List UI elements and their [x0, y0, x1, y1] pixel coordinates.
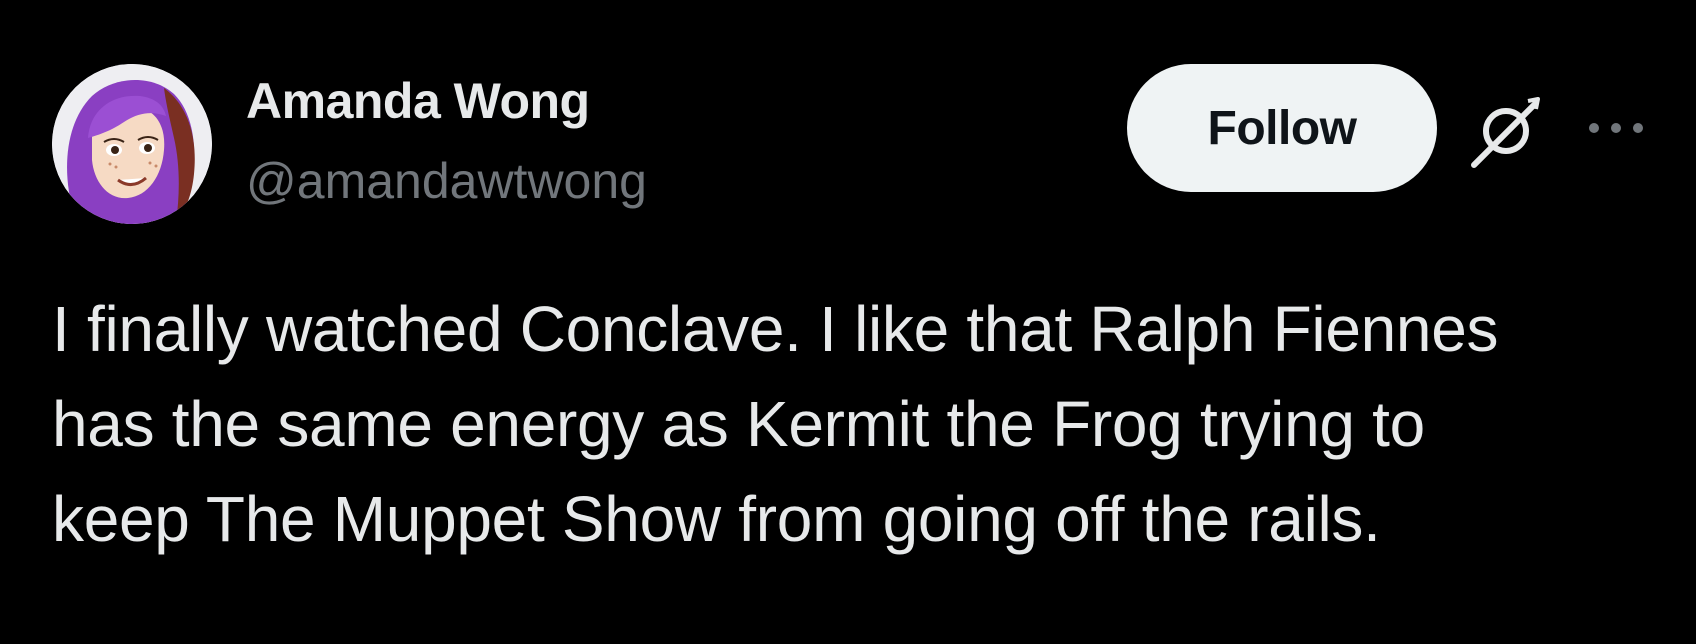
author-handle[interactable]: @amandawtwong	[246, 152, 647, 210]
tweet-card: Amanda Wong @amandawtwong Follow I final…	[0, 0, 1696, 644]
tweet-text-line: has the same energy as Kermit the Frog t…	[52, 388, 1425, 460]
follow-button[interactable]: Follow	[1127, 64, 1437, 192]
avatar-illustration	[52, 64, 212, 224]
grok-icon[interactable]	[1466, 91, 1546, 171]
tweet-text: I finally watched Conclave. I like that …	[52, 282, 1652, 567]
tweet-text-line: keep The Muppet Show from going off the …	[52, 483, 1381, 555]
avatar[interactable]	[52, 64, 212, 224]
author-display-name[interactable]: Amanda Wong	[246, 72, 590, 130]
tweet-text-line: I finally watched Conclave. I like that …	[52, 293, 1499, 365]
more-options-icon[interactable]	[1584, 112, 1648, 144]
